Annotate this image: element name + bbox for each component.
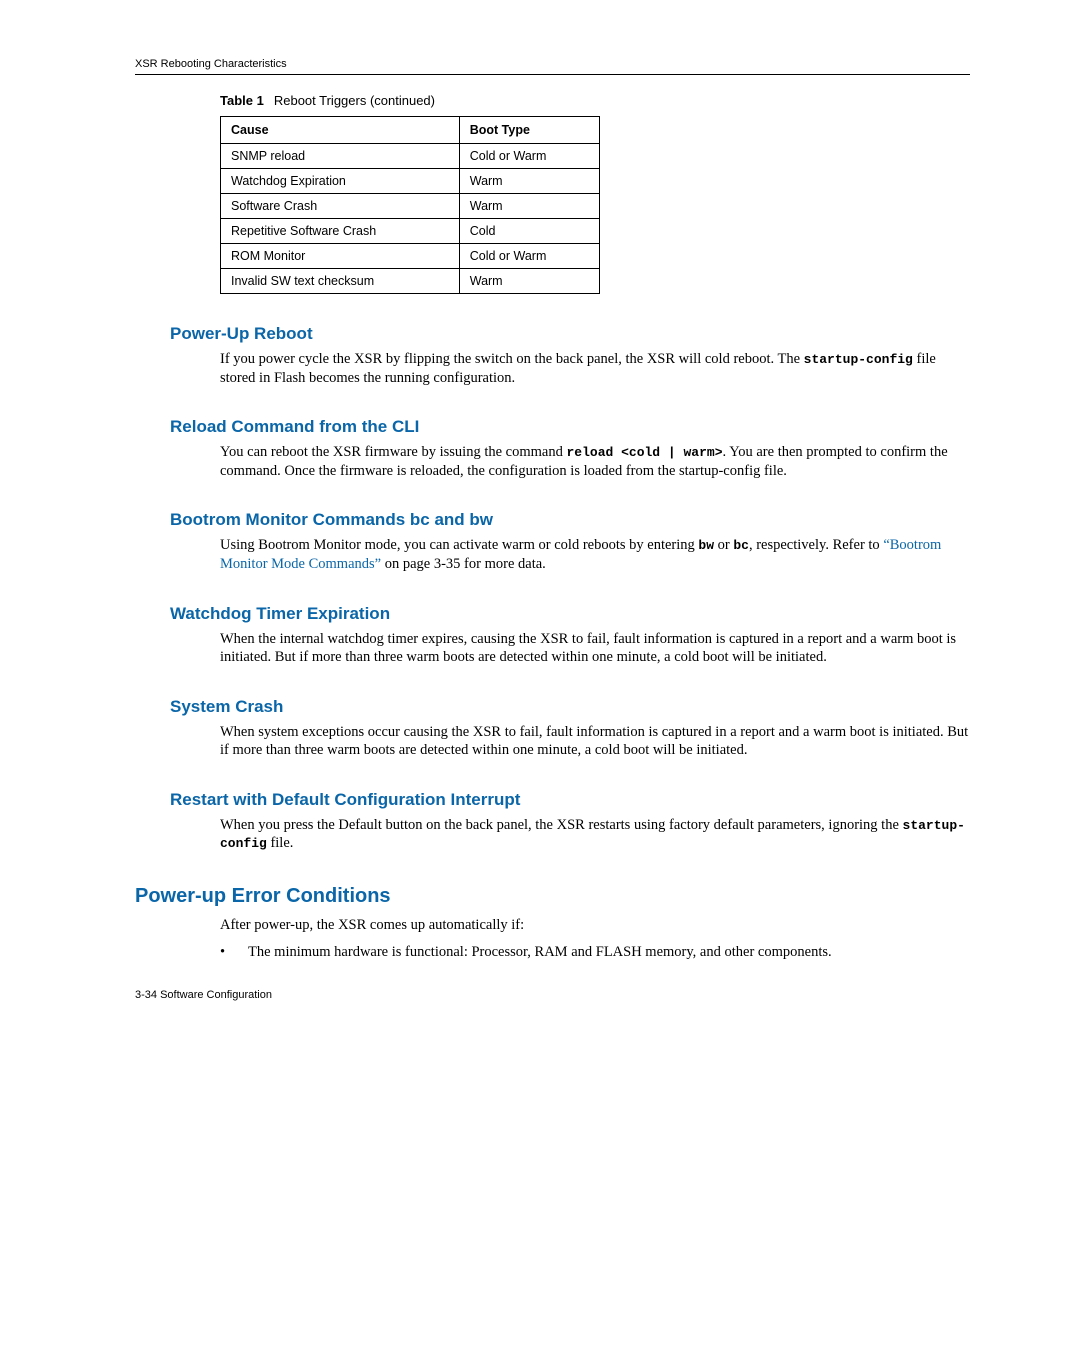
heading-power-up-error-conditions: Power-up Error Conditions xyxy=(135,885,970,908)
code-reload: reload <cold | warm> xyxy=(566,445,722,460)
header-rule xyxy=(135,74,970,75)
paragraph: If you power cycle the XSR by flipping t… xyxy=(220,350,970,387)
code-bc: bc xyxy=(733,538,749,553)
table-cell: Warm xyxy=(459,269,599,294)
paragraph: Using Bootrom Monitor mode, you can acti… xyxy=(220,536,970,573)
table-cell: Warm xyxy=(459,169,599,194)
table-cell: ROM Monitor xyxy=(221,244,460,269)
table-row: ROM MonitorCold or Warm xyxy=(221,244,600,269)
table-row: SNMP reloadCold or Warm xyxy=(221,144,600,169)
running-header: XSR Rebooting Characteristics xyxy=(135,58,970,70)
table-header-boot-type: Boot Type xyxy=(459,117,599,144)
code-bw: bw xyxy=(698,538,714,553)
heading-system-crash: System Crash xyxy=(170,697,970,717)
heading-bootrom-commands: Bootrom Monitor Commands bc and bw xyxy=(170,510,970,530)
table-cell: Software Crash xyxy=(221,194,460,219)
table-caption: Table 1 Reboot Triggers (continued) xyxy=(220,93,970,108)
table-cell: Invalid SW text checksum xyxy=(221,269,460,294)
heading-watchdog: Watchdog Timer Expiration xyxy=(170,604,970,624)
table-cell: SNMP reload xyxy=(221,144,460,169)
heading-power-up-reboot: Power-Up Reboot xyxy=(170,324,970,344)
bullet-text: The minimum hardware is functional: Proc… xyxy=(248,943,832,962)
table-row: Repetitive Software CrashCold xyxy=(221,219,600,244)
table-cell: Repetitive Software Crash xyxy=(221,219,460,244)
bullet-item: • The minimum hardware is functional: Pr… xyxy=(220,943,970,962)
page-footer: 3-34 Software Configuration xyxy=(135,989,970,1001)
table-row: Watchdog ExpirationWarm xyxy=(221,169,600,194)
table-label: Table 1 xyxy=(220,93,264,108)
paragraph: When the internal watchdog timer expires… xyxy=(220,630,970,667)
paragraph: When you press the Default button on the… xyxy=(220,816,970,853)
table-title: Reboot Triggers (continued) xyxy=(274,93,435,108)
table-row: Invalid SW text checksumWarm xyxy=(221,269,600,294)
paragraph: When system exceptions occur causing the… xyxy=(220,723,970,760)
paragraph: You can reboot the XSR firmware by issui… xyxy=(220,443,970,480)
reboot-triggers-table: Cause Boot Type SNMP reloadCold or Warm … xyxy=(220,116,600,294)
table-cell: Cold xyxy=(459,219,599,244)
paragraph: After power-up, the XSR comes up automat… xyxy=(220,916,970,935)
table-row: Software CrashWarm xyxy=(221,194,600,219)
table-cell: Cold or Warm xyxy=(459,144,599,169)
heading-reload-command: Reload Command from the CLI xyxy=(170,417,970,437)
table-cell: Watchdog Expiration xyxy=(221,169,460,194)
code-startup-config: startup-config xyxy=(804,352,913,367)
heading-restart-default: Restart with Default Configuration Inter… xyxy=(170,790,970,810)
table-cell: Cold or Warm xyxy=(459,244,599,269)
table-header-cause: Cause xyxy=(221,117,460,144)
table-cell: Warm xyxy=(459,194,599,219)
bullet-dot: • xyxy=(220,943,248,962)
